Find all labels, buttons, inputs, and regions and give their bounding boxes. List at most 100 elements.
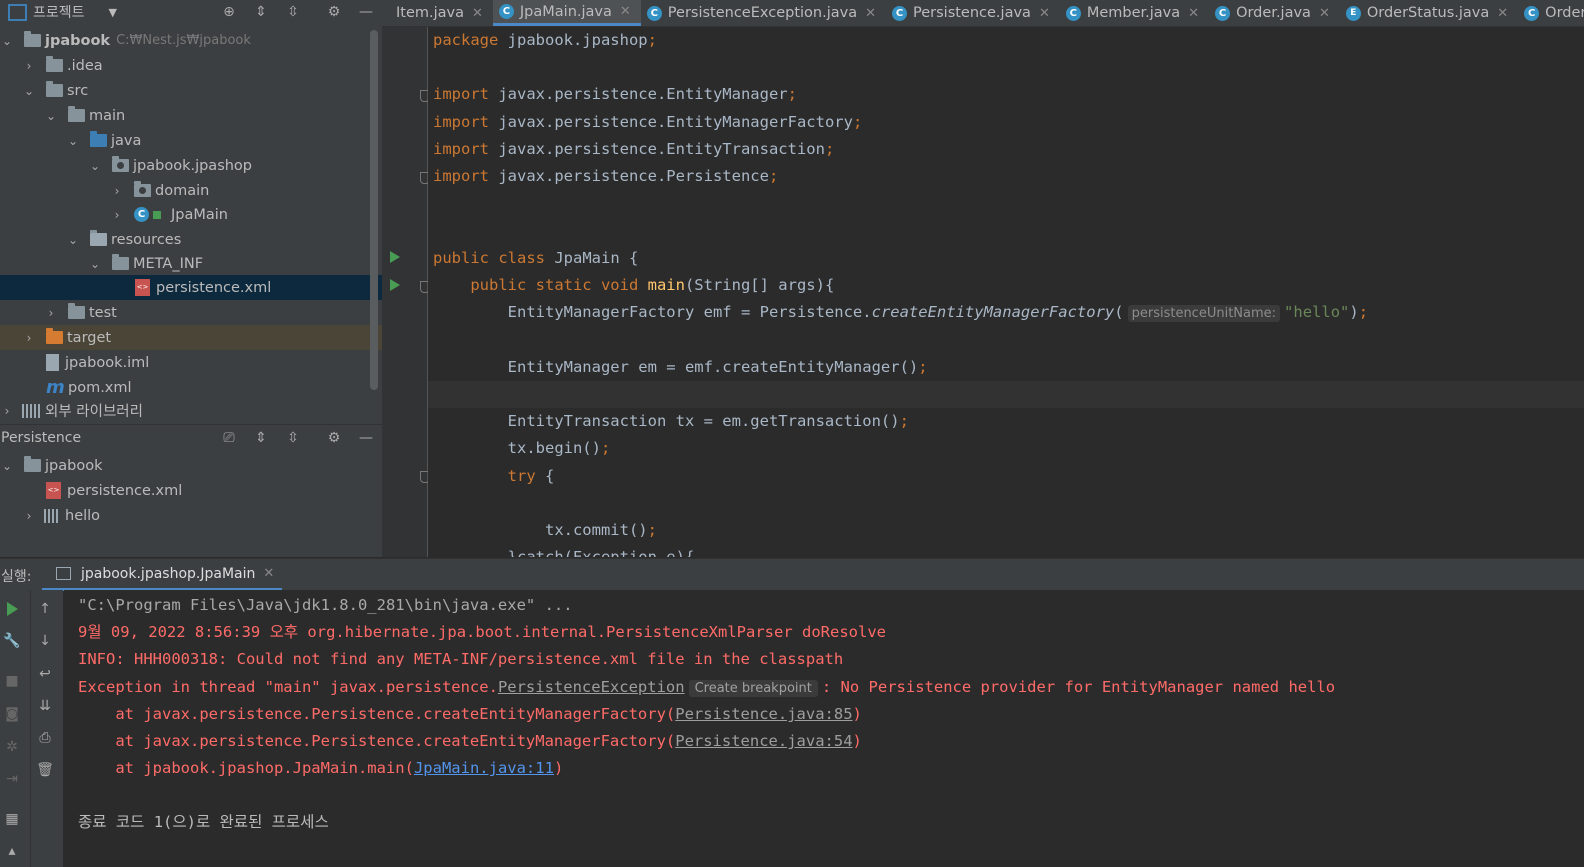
collapse-all-icon[interactable]: ⇳	[282, 427, 304, 449]
close-icon[interactable]: ✕	[1039, 6, 1050, 21]
project-view-selector[interactable]: 프로젝트 ▼	[8, 2, 117, 22]
close-icon[interactable]: ✕	[865, 6, 876, 21]
expand-all-icon[interactable]: ⇕	[250, 427, 272, 449]
project-toolbar: 프로젝트 ▼ ⊕ ⇕ ⇳ ⚙ —	[0, 0, 382, 24]
soft-wrap-icon[interactable]: ↩	[34, 663, 56, 685]
expand-all-icon[interactable]: ⇕	[250, 1, 272, 23]
run-class-icon[interactable]	[390, 251, 400, 263]
java-class-icon: C	[646, 5, 662, 21]
stacktrace-link[interactable]: JpaMain.java:11	[414, 759, 554, 777]
stacktrace-link[interactable]: Persistence.java:85	[675, 705, 852, 723]
tab-persistenceexception-java[interactable]: C PersistenceException.java ✕	[641, 0, 886, 26]
trash-icon[interactable]: 🗑	[34, 759, 56, 781]
tree-item-idea[interactable]: › .idea	[0, 53, 394, 78]
tree-item-label: .idea	[67, 57, 103, 74]
code-line: import javax.persistence.Persistence;	[433, 167, 779, 185]
console-output[interactable]: "C:\Program Files\Java\jdk1.8.0_281\bin\…	[64, 590, 1584, 867]
up-arrow-icon[interactable]: ↑	[34, 598, 56, 620]
project-icon	[8, 3, 27, 21]
run-mark-icon	[153, 210, 161, 219]
gear-icon[interactable]: ⚙	[323, 1, 345, 23]
tree-item-label: jpabook	[45, 457, 103, 474]
tree-item-label: META_INF	[133, 255, 204, 272]
tree-item-label: persistence.xml	[156, 279, 272, 296]
tab-member-java[interactable]: C Member.java ✕	[1060, 0, 1209, 26]
close-icon[interactable]: ✕	[472, 6, 483, 21]
tree-item-external-libraries[interactable]: › 외부 라이브러리	[0, 398, 372, 423]
tab-orderitem-java[interactable]: C OrderI	[1518, 0, 1584, 26]
code-line: }catch(Exception e){	[507, 548, 695, 557]
print-icon[interactable]: ⎙	[34, 727, 56, 749]
exception-link[interactable]: PersistenceException	[498, 678, 685, 696]
code-line: EntityManagerFactory emf = Persistence.c…	[507, 303, 1369, 322]
rerun-icon[interactable]	[1, 598, 23, 620]
code-editor[interactable]: package jpabook.jpashop; import javax.pe…	[428, 27, 1584, 557]
collapse-all-icon[interactable]: ⇳	[282, 1, 304, 23]
persistence-item-hello[interactable]: › hello	[0, 503, 394, 528]
create-breakpoint-hint[interactable]: Create breakpoint	[688, 680, 818, 697]
folder-icon	[112, 254, 129, 270]
code-line: tx.commit();	[544, 521, 657, 539]
console-line: at jpabook.jpashop.JpaMain.main(JpaMain.…	[78, 759, 564, 777]
scroll-to-end-icon[interactable]: ⇊	[34, 695, 56, 717]
chevron-down-icon: ▼	[108, 5, 117, 19]
tree-item-label: test	[89, 304, 117, 321]
code-line: try {	[507, 467, 555, 485]
tab-order-java[interactable]: C Order.java ✕	[1209, 0, 1340, 26]
tab-orderstatus-java[interactable]: E OrderStatus.java ✕	[1340, 0, 1518, 26]
chevron-right-icon: ›	[26, 58, 32, 73]
java-class-icon: C	[1065, 5, 1081, 21]
tree-item-main[interactable]: ⌄ main	[0, 103, 416, 128]
chevron-down-icon: ⌄	[23, 83, 35, 98]
parameter-hint: persistenceUnitName:	[1127, 305, 1281, 322]
chevron-right-icon: ›	[48, 305, 54, 320]
down-arrow-icon[interactable]: ↓	[34, 630, 56, 652]
tree-item-jpabook[interactable]: ⌄ jpabook C:₩Nest.js₩jpabook	[0, 28, 372, 53]
run-main-icon[interactable]	[390, 279, 400, 291]
tree-item-iml[interactable]: jpabook.iml	[0, 350, 418, 375]
run-tab[interactable]: jpabook.jpashop.JpaMain ✕	[42, 559, 283, 591]
close-icon[interactable]: ✕	[1188, 6, 1199, 21]
close-icon[interactable]: ✕	[263, 566, 274, 581]
run-panel-header: 실행: jpabook.jpashop.JpaMain ✕	[0, 558, 1584, 591]
layout-icon[interactable]: ▦	[1, 808, 23, 830]
run-tab-label: jpabook.jpashop.JpaMain	[81, 565, 256, 582]
close-icon[interactable]: ✕	[620, 4, 631, 19]
settings-icon[interactable]: ✲	[1, 736, 23, 758]
editor-gutter[interactable]	[382, 27, 430, 557]
tree-item-pom[interactable]: m pom.xml	[0, 375, 418, 400]
stacktrace-link[interactable]: Persistence.java:54	[675, 732, 852, 750]
exit-icon[interactable]: ⇥	[1, 768, 23, 790]
code-line: public class JpaMain {	[433, 249, 639, 267]
pin-icon[interactable]: ▴	[1, 840, 23, 862]
camera-icon[interactable]: ◙	[1, 703, 23, 725]
chevron-down-icon: ⌄	[67, 232, 79, 247]
minimize-icon[interactable]: —	[355, 1, 377, 23]
gear-icon[interactable]: ⚙	[323, 427, 345, 449]
persistence-item-xml[interactable]: <> persistence.xml	[0, 478, 418, 503]
java-class-icon: C	[1524, 5, 1540, 21]
chevron-right-icon: ›	[4, 403, 10, 418]
tree-item-test[interactable]: › test	[0, 300, 416, 325]
persistence-item-jpabook[interactable]: ⌄ jpabook	[0, 453, 372, 478]
tab-persistence-java[interactable]: C Persistence.java ✕	[886, 0, 1060, 26]
chevron-down-icon: ⌄	[89, 256, 101, 271]
tree-item-label: jpabook	[45, 32, 111, 49]
close-icon[interactable]: ✕	[1497, 6, 1508, 21]
locate-icon[interactable]: ⊕	[218, 1, 240, 23]
editor-tabs: Item.java ✕ C JpaMain.java ✕ C Persisten…	[382, 0, 1584, 27]
xml-file-icon: <>	[46, 482, 61, 499]
iml-file-icon	[46, 354, 59, 371]
wrench-icon[interactable]: 🔧	[1, 630, 23, 652]
tab-item-java[interactable]: Item.java ✕	[382, 0, 493, 26]
persistence-toolbar: Persistence ⎚ ⇕ ⇳ ⚙ —	[0, 424, 382, 451]
close-icon[interactable]: ✕	[1319, 6, 1330, 21]
tree-item-target[interactable]: › target	[0, 325, 394, 350]
minimize-icon[interactable]: —	[355, 427, 377, 449]
tab-jpamain-java[interactable]: C JpaMain.java ✕	[492, 0, 641, 26]
tree-item-src[interactable]: ⌄ src	[0, 78, 394, 103]
stop-icon[interactable]: ■	[1, 670, 23, 692]
project-scrollbar[interactable]	[370, 30, 378, 390]
run-label: 실행:	[1, 569, 32, 585]
query-console-icon[interactable]: ⎚	[218, 427, 240, 449]
